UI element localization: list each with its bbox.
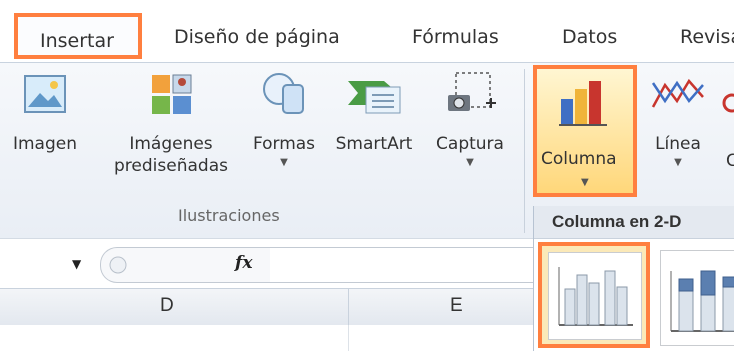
dropdown-header: Columna en 2-D	[534, 206, 734, 239]
imagenes-label-line1: Imágenes	[129, 134, 213, 154]
clustered-column-icon	[558, 267, 633, 326]
next-chart-label: C	[726, 151, 734, 171]
column-header-d[interactable]: D	[160, 295, 174, 317]
imagenes-label-line2: prediseñadas	[114, 156, 228, 176]
formula-input[interactable]	[270, 247, 533, 283]
clustered-column-option[interactable]	[538, 242, 650, 348]
formas-dropdown-arrow: ▼	[280, 157, 288, 168]
line-chart-icon	[651, 78, 704, 108]
screenshot-icon	[448, 72, 496, 111]
columna-button[interactable]: Columna ▼	[533, 65, 637, 197]
captura-button[interactable]: Captura ▼	[428, 71, 512, 169]
columna-label: Columna	[541, 149, 617, 169]
imagen-label: Imagen	[12, 134, 77, 154]
worksheet-grid[interactable]	[0, 325, 533, 351]
imagenes-predisenadas-button[interactable]: Imágenes prediseñadas	[96, 71, 246, 177]
column-separator[interactable]	[348, 289, 349, 325]
group-label-ilustraciones: Ilustraciones	[178, 206, 280, 225]
imagen-button[interactable]: Imagen	[6, 71, 84, 155]
dropdown-header-label: Columna en 2-D	[552, 212, 682, 231]
formula-bar: ▼ fx	[0, 238, 533, 287]
formas-label: Formas	[252, 134, 316, 154]
stacked-column-icon	[670, 270, 734, 332]
tab-revisar[interactable]: Revisa	[680, 26, 734, 48]
formas-button[interactable]: Formas ▼	[246, 71, 322, 169]
captura-dropdown-arrow: ▼	[466, 157, 474, 168]
ribbon-group-divider	[524, 69, 525, 233]
tab-diseno-de-pagina[interactable]: Diseño de página	[174, 26, 340, 48]
smartart-button[interactable]: SmartArt	[330, 71, 418, 155]
tab-insertar-label: Insertar	[40, 30, 114, 52]
linea-label: Línea	[655, 134, 701, 154]
shapes-icon	[263, 73, 304, 114]
captura-label: Captura	[436, 134, 504, 154]
ribbon-tabs: Insertar Diseño de página Fórmulas Datos…	[0, 0, 734, 62]
tab-formulas[interactable]: Fórmulas	[412, 26, 499, 48]
grid-line	[348, 325, 349, 351]
smartart-label: SmartArt	[335, 134, 413, 154]
tab-insertar[interactable]: Insertar	[14, 13, 142, 59]
linea-button[interactable]: Línea ▼	[646, 71, 710, 169]
column-headers: D E	[0, 288, 533, 326]
clustered-column-thumbnail	[548, 252, 642, 340]
insert-function-icon[interactable]: fx	[235, 253, 252, 273]
column-chart-dropdown: Columna en 2-D	[533, 206, 734, 351]
namebox-dropdown-icon[interactable]: ▼	[72, 257, 81, 271]
smartart-icon	[348, 81, 401, 114]
stacked-column-option[interactable]	[660, 250, 734, 346]
column-header-e[interactable]: E	[450, 295, 463, 317]
columna-dropdown-arrow: ▼	[581, 177, 589, 188]
picture-icon	[24, 75, 66, 113]
linea-dropdown-arrow: ▼	[674, 157, 682, 168]
column-chart-icon	[559, 81, 607, 126]
clip-art-icon	[152, 74, 192, 114]
next-chart-icon	[720, 93, 734, 113]
round-handle-icon[interactable]	[107, 254, 129, 276]
tab-datos[interactable]: Datos	[562, 26, 617, 48]
